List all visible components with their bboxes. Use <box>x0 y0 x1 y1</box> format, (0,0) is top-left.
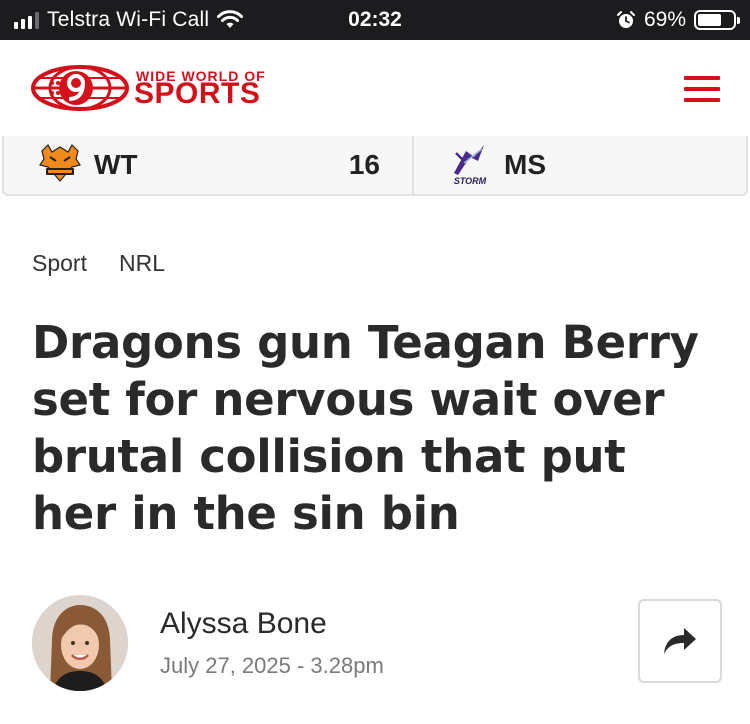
away-team[interactable]: STORM MS <box>414 136 746 194</box>
home-team-score: 16 <box>348 149 380 180</box>
status-left: Telstra Wi-Fi Call <box>14 0 244 40</box>
author-avatar <box>32 595 128 691</box>
breadcrumb-nrl[interactable]: NRL <box>119 250 165 277</box>
share-button[interactable] <box>638 599 722 683</box>
author-name[interactable]: Alyssa Bone <box>160 607 327 641</box>
home-team[interactable]: WT 16 <box>4 136 414 194</box>
melbourne-storm-logo: STORM <box>454 145 487 186</box>
breadcrumb-sport[interactable]: Sport <box>32 250 87 277</box>
logo-line2: SPORTS <box>134 77 261 110</box>
status-bar: Telstra Wi-Fi Call 02:32 69% <box>0 0 750 40</box>
alarm-icon <box>616 11 635 28</box>
author-row: Alyssa Bone July 27, 2025 - 3.28pm <box>32 595 722 691</box>
hamburger-menu-icon[interactable] <box>684 76 720 102</box>
signal-icon <box>14 11 39 29</box>
storm-logo-text: STORM <box>454 176 487 186</box>
wests-tigers-logo <box>39 144 81 182</box>
site-header: WIDE WORLD OF SPORTS <box>0 40 750 136</box>
home-team-code: WT <box>94 149 138 180</box>
battery-icon <box>694 10 740 30</box>
wide-world-of-sports-logo[interactable]: WIDE WORLD OF SPORTS <box>30 64 300 112</box>
wifi-icon <box>217 10 244 28</box>
battery-percentage: 69% <box>643 8 686 31</box>
battery-level-fill <box>698 14 722 26</box>
carrier-label: Telstra Wi-Fi Call <box>47 8 210 31</box>
publish-date: July 27, 2025 - 3.28pm <box>160 653 384 678</box>
status-right: 69% <box>616 0 740 40</box>
article-headline: Dragons gun Teagan Berry set for nervous… <box>32 316 699 540</box>
author-photo <box>32 595 128 691</box>
live-score-bar[interactable]: WT 16 STORM MS <box>2 136 748 196</box>
nine-network-logo-icon <box>31 65 129 111</box>
breadcrumb: Sport NRL <box>32 250 165 277</box>
share-arrow-icon <box>664 628 696 654</box>
away-team-code: MS <box>504 149 546 180</box>
